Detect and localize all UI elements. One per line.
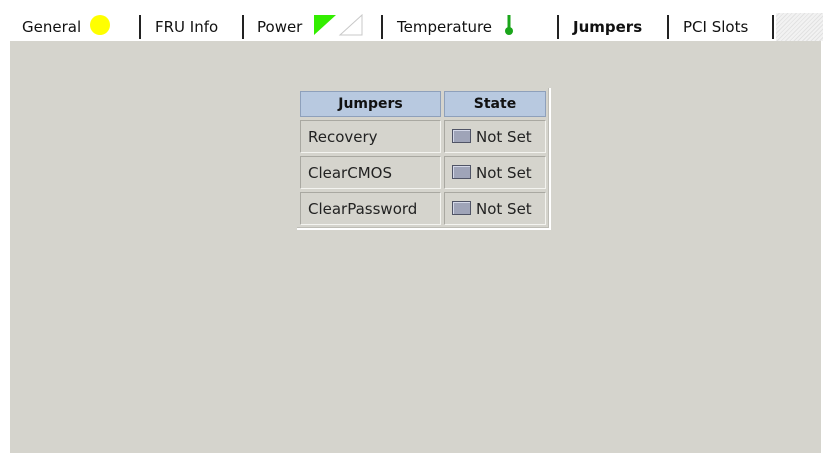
- yellow-circle-icon: [89, 14, 111, 40]
- jumpers-panel: Jumpers State Recovery Not Set ClearCMOS…: [10, 41, 821, 453]
- state-indicator-icon: [452, 128, 471, 143]
- jumper-state-label: Not Set: [476, 127, 532, 146]
- column-header-jumpers: Jumpers: [300, 91, 441, 117]
- jumper-state: Not Set: [444, 192, 546, 225]
- jumper-name: ClearCMOS: [300, 156, 441, 189]
- table-header-row: Jumpers State: [300, 91, 546, 117]
- tab-pci-slots-label: PCI Slots: [683, 18, 749, 36]
- state-indicator-icon: [452, 164, 471, 179]
- tab-separator: [772, 15, 774, 39]
- power-triangles-icon: [312, 13, 366, 40]
- jumper-name: ClearPassword: [300, 192, 441, 225]
- table-row: ClearPassword Not Set: [300, 192, 546, 225]
- window: General FRU Info Power Temperature Jumpe…: [0, 0, 823, 453]
- jumper-name: Recovery: [300, 120, 441, 153]
- tab-pci-slots[interactable]: PCI Slots: [669, 13, 774, 41]
- tab-power[interactable]: Power: [244, 13, 383, 41]
- tab-general-label: General: [22, 18, 82, 36]
- jumper-state-label: Not Set: [476, 199, 532, 218]
- tab-jumpers-label: Jumpers: [573, 18, 643, 36]
- table-row: Recovery Not Set: [300, 120, 546, 153]
- jumper-state-label: Not Set: [476, 163, 532, 182]
- state-indicator-icon: [452, 200, 471, 215]
- tab-fru-info-label: FRU Info: [155, 18, 219, 36]
- table-row: ClearCMOS Not Set: [300, 156, 546, 189]
- jumpers-table: Jumpers State Recovery Not Set ClearCMOS…: [297, 88, 551, 230]
- tab-bar: General FRU Info Power Temperature Jumpe…: [10, 13, 823, 41]
- thermometer-icon: [504, 14, 514, 40]
- tab-jumpers[interactable]: Jumpers: [559, 13, 669, 41]
- jumper-state: Not Set: [444, 120, 546, 153]
- tab-temperature-label: Temperature: [397, 18, 493, 36]
- jumper-state: Not Set: [444, 156, 546, 189]
- tab-temperature[interactable]: Temperature: [383, 13, 559, 41]
- tab-power-label: Power: [257, 18, 303, 36]
- tab-general[interactable]: General: [10, 13, 141, 41]
- tab-bar-filler: [776, 13, 823, 41]
- tab-fru-info[interactable]: FRU Info: [141, 13, 244, 41]
- column-header-state: State: [444, 91, 546, 117]
